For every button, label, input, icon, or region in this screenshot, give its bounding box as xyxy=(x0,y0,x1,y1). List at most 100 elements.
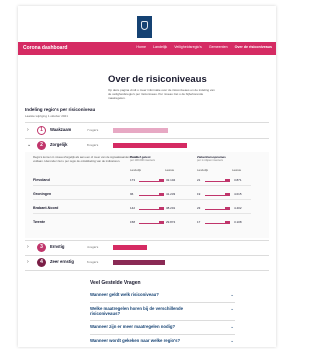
region-value: 38.201 xyxy=(166,206,176,210)
region-value: 158 xyxy=(130,220,136,224)
risk-level-row[interactable]: › 4 Zeer ernstig 6 regio's xyxy=(25,257,255,269)
risk-level-row[interactable]: ⌄ 2 Zorgelijk 8 regio's xyxy=(25,140,255,152)
region-row[interactable]: Flevoland 173 32.104 21 3.871 xyxy=(33,176,251,186)
top-navigation-bar: Corona dashboard Home Landelijk Veilighe… xyxy=(18,42,276,55)
trend-line xyxy=(139,209,159,210)
page-title: Over de risiconiveaus xyxy=(108,74,207,85)
trend-bar xyxy=(225,179,230,182)
region-value: 23 xyxy=(197,206,201,210)
region-row[interactable]: Brabant-Noord 142 38.201 23 4.402 xyxy=(33,204,251,214)
chevron-right-icon[interactable]: › xyxy=(27,259,29,265)
trend-bar xyxy=(225,207,230,210)
trend-bar xyxy=(159,193,164,196)
level-count: 6 regio's xyxy=(87,260,99,264)
detail-intro: Regio's komen in niveau Zorgelijk als aa… xyxy=(33,155,138,163)
level-badge: 3 xyxy=(37,243,46,252)
nav-home[interactable]: Home xyxy=(136,45,146,49)
dashboard-brand-link[interactable]: Corona dashboard xyxy=(23,45,67,51)
chevron-down-icon[interactable]: ⌄ xyxy=(230,338,234,344)
region-value: 3.108 xyxy=(234,220,242,224)
trend-line xyxy=(205,195,225,196)
faq-item[interactable]: Wanneer zijn er meer maatregelen nodig? … xyxy=(90,321,235,335)
faq-question[interactable]: Wanneer zijn er meer maatregelen nodig? xyxy=(90,324,175,329)
region-value: 142 xyxy=(130,206,136,210)
risk-level-row[interactable]: › 1 Waakzaam 7 regio's xyxy=(25,125,255,137)
trend-bar xyxy=(159,221,164,224)
level-badge: 1 xyxy=(37,126,46,135)
chevron-right-icon[interactable]: › xyxy=(27,127,29,133)
region-row[interactable]: Twente 158 29.874 17 3.108 xyxy=(33,218,251,228)
region-value: 17 xyxy=(197,220,201,224)
level-count: 7 regio's xyxy=(87,128,99,132)
risk-level-row[interactable]: › 3 Ernstig 4 regio's xyxy=(25,242,255,254)
trend-line xyxy=(139,195,159,196)
subheader: Laatste xyxy=(165,168,175,172)
level-name: Ernstig xyxy=(50,244,65,249)
section-title: Indeling regio's per risiconiveau xyxy=(25,107,96,112)
level-name: Zorgelijk xyxy=(50,142,68,147)
row-divider xyxy=(33,185,251,186)
region-name[interactable]: Brabant-Noord xyxy=(33,206,58,210)
crest-icon xyxy=(141,21,148,30)
page-intro: Op deze pagina vindt u meer informatie o… xyxy=(108,88,215,100)
chevron-down-icon[interactable]: ⌄ xyxy=(230,306,234,312)
chevron-down-icon[interactable]: ⌄ xyxy=(230,292,234,298)
region-value: 21 xyxy=(197,178,201,182)
faq-question[interactable]: Wanneer geldt welk risiconiveau? xyxy=(90,292,159,297)
nav-over-risiconiveaus[interactable]: Over de risiconiveaus xyxy=(235,45,272,49)
region-name[interactable]: Twente xyxy=(33,220,45,224)
column-sub-positive: per 100.000 inwoners xyxy=(130,159,155,162)
level-badge: 2 xyxy=(37,141,46,150)
government-logo[interactable] xyxy=(137,16,152,38)
region-value: 96 xyxy=(130,192,134,196)
faq-question[interactable]: Wanneer wordt gekeken naar welke regio's… xyxy=(90,338,180,343)
divider xyxy=(25,138,269,139)
region-value: 19 xyxy=(197,192,201,196)
chevron-right-icon[interactable]: › xyxy=(27,244,29,250)
document-sheet: Corona dashboard Home Landelijk Veilighe… xyxy=(18,6,276,347)
region-value: 41.233 xyxy=(166,192,176,196)
trend-bar xyxy=(225,193,230,196)
divider xyxy=(25,270,269,271)
level-bar xyxy=(113,143,187,148)
level-count: 8 regio's xyxy=(87,143,99,147)
region-name[interactable]: Flevoland xyxy=(33,178,50,182)
nav-veiligheidsregios[interactable]: Veiligheidsregio's xyxy=(174,45,202,49)
level-name: Zeer ernstig xyxy=(50,259,74,264)
level-name: Waakzaam xyxy=(50,127,72,132)
level-badge: 4 xyxy=(37,258,46,267)
region-name[interactable]: Groningen xyxy=(33,192,51,196)
region-value: 32.104 xyxy=(166,178,176,182)
chevron-down-icon[interactable]: ⌄ xyxy=(27,142,31,148)
region-value: 4.015 xyxy=(234,192,242,196)
region-value: 3.871 xyxy=(234,178,242,182)
faq-title: Veel Gestelde Vragen xyxy=(90,280,141,286)
faq-question[interactable]: Welke maatregelen horen bij de verschill… xyxy=(90,306,210,316)
level-bar xyxy=(113,245,147,250)
region-value: 29.874 xyxy=(166,220,176,224)
trend-bar xyxy=(159,179,164,182)
trend-bar xyxy=(225,221,230,224)
faq-item[interactable]: Wanneer geldt welk risiconiveau? ⌄ xyxy=(90,289,235,303)
divider xyxy=(25,122,269,123)
trend-line xyxy=(205,223,225,224)
trend-line xyxy=(205,181,225,182)
row-divider xyxy=(33,213,251,214)
level-bar xyxy=(113,260,165,265)
faq-item[interactable]: Welke maatregelen horen bij de verschill… xyxy=(90,303,235,321)
column-sub-hospital: per 1 miljoen inwoners xyxy=(197,159,223,162)
nav-gemeenten[interactable]: Gemeenten xyxy=(209,45,228,49)
divider xyxy=(25,240,269,241)
level-bar xyxy=(113,128,168,133)
region-value: 173 xyxy=(130,178,136,182)
subheader: Landelijk xyxy=(197,168,209,172)
chevron-down-icon[interactable]: ⌄ xyxy=(230,324,234,330)
region-value: 4.402 xyxy=(234,206,242,210)
subheader: Laatste xyxy=(232,168,242,172)
region-row[interactable]: Groningen 96 41.233 19 4.015 xyxy=(33,190,251,200)
trend-line xyxy=(205,209,225,210)
nav-landelijk[interactable]: Landelijk xyxy=(153,45,167,49)
row-divider xyxy=(33,199,251,200)
divider xyxy=(25,255,269,256)
trend-line xyxy=(139,181,159,182)
